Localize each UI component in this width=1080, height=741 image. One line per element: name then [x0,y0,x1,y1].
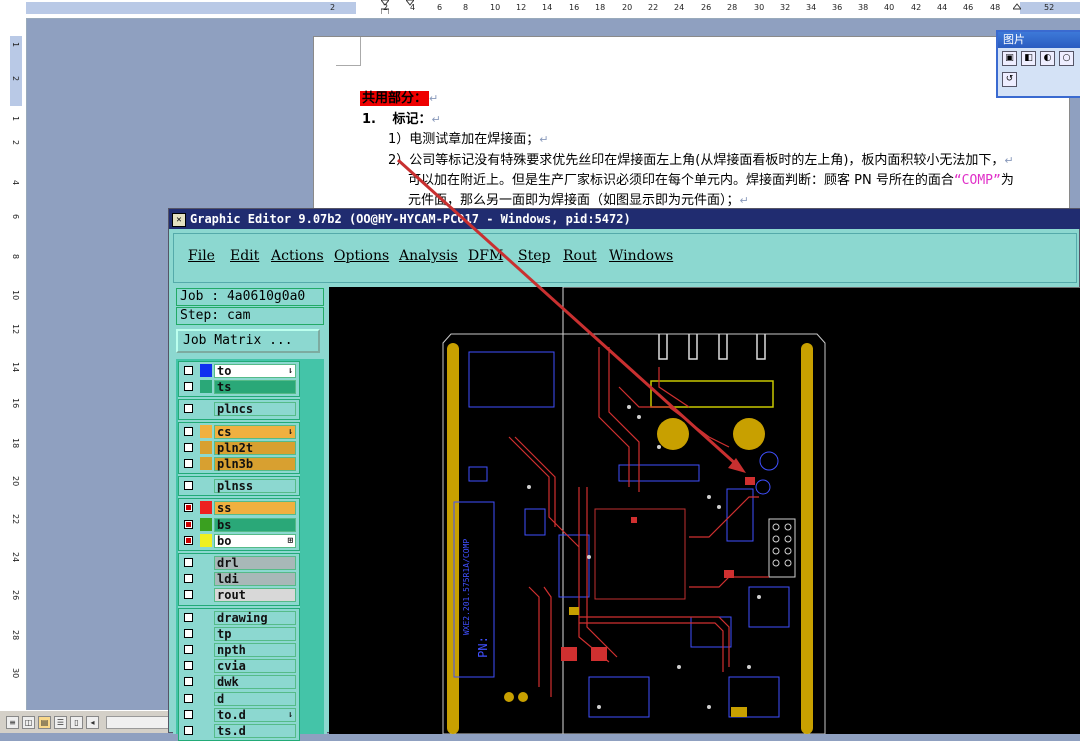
annotation-arrow-icon [396,158,746,473]
